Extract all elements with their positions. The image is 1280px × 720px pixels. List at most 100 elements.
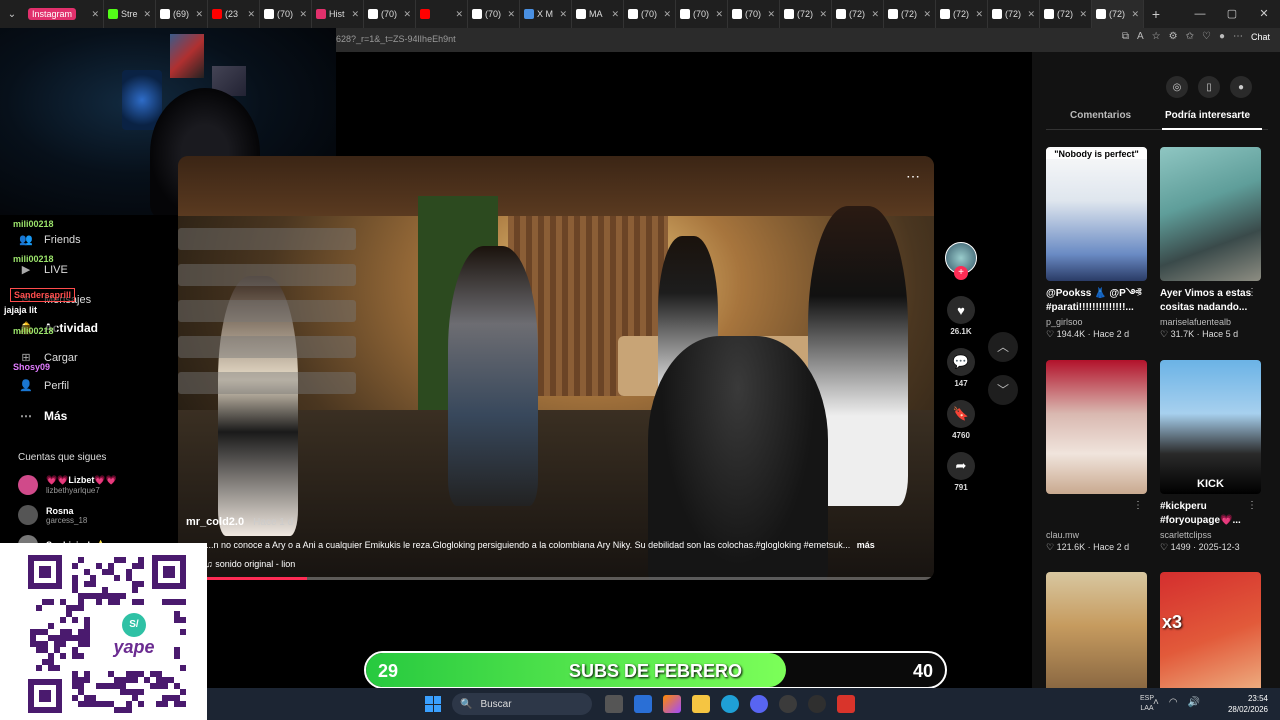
tab-close-icon[interactable]: ✕ [247, 9, 255, 20]
tab-close-icon[interactable]: ✕ [1027, 9, 1035, 20]
recommended-video-card[interactable]: Ayer Vimos a estas cositas nadando... mar… [1160, 147, 1261, 340]
edge-icon[interactable] [721, 695, 739, 713]
sidebar-item-profile[interactable]: 👤 Perfil [18, 379, 69, 393]
comment-button[interactable]: 💬 147 [944, 348, 978, 388]
tab-comments[interactable]: Comentarios [1070, 110, 1131, 121]
url-field[interactable]: 628?_r=1&_t=ZS-94lIheEh9nt [336, 34, 456, 44]
sidebar-item-friends[interactable]: 👥 Friends [18, 233, 81, 247]
tray-chevron-up-icon[interactable]: ˄ [1153, 697, 1159, 708]
user-avatar[interactable]: ● [1230, 76, 1252, 98]
tab-close-icon[interactable]: ✕ [1079, 9, 1087, 20]
video-thumbnail[interactable]: x3 [1160, 572, 1261, 706]
tab-close-icon[interactable]: ✕ [143, 9, 151, 20]
open-in-app-icon[interactable]: ⧉ [1122, 31, 1129, 42]
browser-tab[interactable]: (70) ✕ [624, 0, 676, 28]
browser-tab[interactable]: (23 ✕ [208, 0, 260, 28]
card-username[interactable]: p_girlsoo [1046, 317, 1147, 327]
browser-tab[interactable]: Hist ✕ [312, 0, 364, 28]
video-more-icon[interactable]: ⋯ [906, 168, 920, 185]
profile-avatar-icon[interactable]: ● [1219, 31, 1225, 42]
comment-icon[interactable]: 💬 [947, 348, 975, 376]
tab-close-icon[interactable]: ✕ [1131, 9, 1139, 20]
recommended-video-card[interactable]: clau.mw ♡ 121.6K · Hace 2 d ⋮ [1046, 360, 1147, 553]
discord-icon[interactable] [750, 695, 768, 713]
obs-icon[interactable] [808, 695, 826, 713]
previous-video-chevron-up-icon[interactable]: ︿ [988, 332, 1018, 362]
volume-icon[interactable]: 🔊 [1188, 697, 1200, 708]
new-tab-button[interactable]: + [1144, 6, 1168, 22]
video-author-name[interactable]: mr_cold2.0 [186, 516, 244, 528]
browser-tab[interactable]: MA ✕ [572, 0, 624, 28]
copilot-icon[interactable] [663, 695, 681, 713]
video-sound-link[interactable]: ♫ sonido original - lion [206, 559, 295, 569]
browser-tab[interactable]: ✕ [416, 0, 468, 28]
tab-close-icon[interactable]: ✕ [819, 9, 827, 20]
creator-avatar-button[interactable]: + [944, 242, 978, 280]
tab-close-icon[interactable]: ✕ [455, 9, 463, 20]
video-thumbnail[interactable]: "Nobody is perfect" [1046, 147, 1147, 281]
browser-tab[interactable]: (72) ✕ [1092, 0, 1144, 28]
following-account[interactable]: 💗💗Lizbet💗💗 lizbethyarlque7 [18, 475, 117, 495]
shield-icon[interactable]: ♡ [1202, 31, 1211, 42]
tab-close-icon[interactable]: ✕ [923, 9, 931, 20]
store-icon[interactable] [634, 695, 652, 713]
tab-close-icon[interactable]: ✕ [871, 9, 879, 20]
windows-start-icon[interactable] [425, 696, 441, 712]
browser-tab[interactable]: Stre ✕ [104, 0, 156, 28]
wifi-icon[interactable]: ◠ [1169, 697, 1178, 708]
browser-tab[interactable]: (70) ✕ [728, 0, 780, 28]
video-thumbnail[interactable] [1046, 360, 1147, 494]
app-icon[interactable] [837, 695, 855, 713]
following-account[interactable]: Rosna garcess_18 [18, 505, 87, 525]
video-thumbnail[interactable] [1160, 147, 1261, 281]
tab-close-icon[interactable]: ✕ [351, 9, 359, 20]
share-icon[interactable]: ➦ [947, 452, 975, 480]
video-thumbnail[interactable]: KICK [1160, 360, 1261, 494]
tab-recommended[interactable]: Podría interesarte [1165, 110, 1250, 121]
tab-close-icon[interactable]: ✕ [403, 9, 411, 20]
like-button[interactable]: ♥ 26.1K [944, 296, 978, 336]
translate-icon[interactable]: A [1137, 31, 1144, 42]
input-language[interactable]: ESP LAA [1140, 694, 1154, 714]
next-video-chevron-down-icon[interactable]: ﹀ [988, 375, 1018, 405]
card-more-icon[interactable]: ⋮ [1247, 287, 1257, 298]
browser-tab[interactable]: (72) ✕ [936, 0, 988, 28]
file-explorer-icon[interactable] [692, 695, 710, 713]
favorites-icon[interactable]: ✩ [1186, 31, 1194, 42]
card-title[interactable]: @Pookss 👗 @P༺ #parati!!!!!!!!!!!!!!... [1046, 287, 1147, 315]
card-username[interactable]: clau.mw [1046, 530, 1147, 540]
browser-tab[interactable]: (69) ✕ [156, 0, 208, 28]
browser-tab[interactable]: (72) ✕ [884, 0, 936, 28]
settings-icon[interactable]: ◎ [1166, 76, 1188, 98]
recommended-video-card[interactable]: "Nobody is perfect" @Pookss 👗 @P༺ #parati… [1046, 147, 1147, 340]
extensions-icon[interactable]: ⚙ [1169, 31, 1178, 42]
card-title[interactable]: Ayer Vimos a estas cositas nadando... [1160, 287, 1261, 315]
tab-menu-chevron-icon[interactable]: ⌄ [0, 0, 24, 28]
video-thumbnail[interactable] [1046, 572, 1147, 706]
browser-tab[interactable]: (70) ✕ [676, 0, 728, 28]
card-more-icon[interactable]: ⋮ [1133, 287, 1143, 298]
heart-icon[interactable]: ♥ [947, 296, 975, 324]
favorite-star-icon[interactable]: ☆ [1152, 31, 1161, 42]
description-more-link[interactable]: más [857, 540, 875, 550]
maximize-icon[interactable]: ▢ [1216, 0, 1248, 28]
card-more-icon[interactable]: ⋮ [1133, 500, 1143, 511]
task-view-icon[interactable] [605, 695, 623, 713]
minimize-icon[interactable]: — [1184, 0, 1216, 28]
chrome-icon[interactable] [779, 695, 797, 713]
browser-tab[interactable]: (70) ✕ [260, 0, 312, 28]
card-title[interactable]: #kickperu #foryoupage💗... [1160, 500, 1261, 528]
browser-tab[interactable]: (70) ✕ [468, 0, 520, 28]
device-icon[interactable]: ▯ [1198, 76, 1220, 98]
browser-tab[interactable]: Instagram ✕ [24, 0, 104, 28]
browser-tab[interactable]: (72) ✕ [1040, 0, 1092, 28]
browser-tab[interactable]: (72) ✕ [780, 0, 832, 28]
card-username[interactable]: scarlettclipss [1160, 530, 1261, 540]
tab-close-icon[interactable]: ✕ [559, 9, 567, 20]
tab-close-icon[interactable]: ✕ [767, 9, 775, 20]
tab-close-icon[interactable]: ✕ [715, 9, 723, 20]
share-button[interactable]: ➦ 791 [944, 452, 978, 492]
browser-tab[interactable]: X M ✕ [520, 0, 572, 28]
system-clock[interactable]: 23:54 28/02/2026 [1228, 693, 1268, 715]
tab-close-icon[interactable]: ✕ [507, 9, 515, 20]
